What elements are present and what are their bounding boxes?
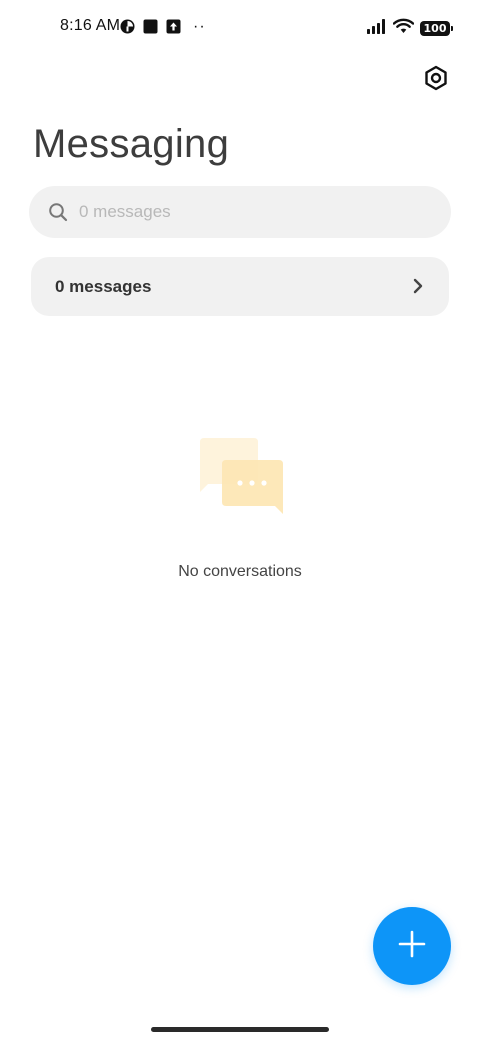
upload-notification-icon <box>166 19 181 34</box>
search-icon <box>48 202 68 222</box>
page-title: Messaging <box>33 122 230 166</box>
app-notification-icon <box>120 19 135 34</box>
settings-button[interactable] <box>420 64 452 96</box>
empty-state-text: No conversations <box>178 563 302 580</box>
status-notification-icons: ·· <box>120 18 206 35</box>
square-notification-icon <box>143 19 158 34</box>
battery-icon: 100 <box>420 21 453 36</box>
chevron-right-icon <box>411 277 425 295</box>
new-conversation-button[interactable] <box>373 907 451 985</box>
home-indicator[interactable] <box>151 1027 329 1032</box>
search-input[interactable] <box>79 186 429 238</box>
status-bar: 8:16 AM ·· 100 <box>0 0 480 56</box>
messaging-screen: 8:16 AM ·· 100 Messaging 0 messages 0 me… <box>0 0 480 1040</box>
messages-row-label: 0 messages <box>55 277 152 296</box>
signal-icon <box>367 18 387 39</box>
settings-icon <box>423 65 449 96</box>
status-time: 8:16 AM <box>60 17 121 34</box>
search-bar[interactable] <box>29 186 451 238</box>
wifi-icon <box>392 18 415 39</box>
plus-icon <box>398 930 426 963</box>
more-notifications-dots: ·· <box>193 18 206 35</box>
chat-bubbles-icon <box>194 436 286 518</box>
status-system-icons: 100 <box>367 18 453 39</box>
messages-row[interactable]: 0 messages <box>31 257 449 316</box>
